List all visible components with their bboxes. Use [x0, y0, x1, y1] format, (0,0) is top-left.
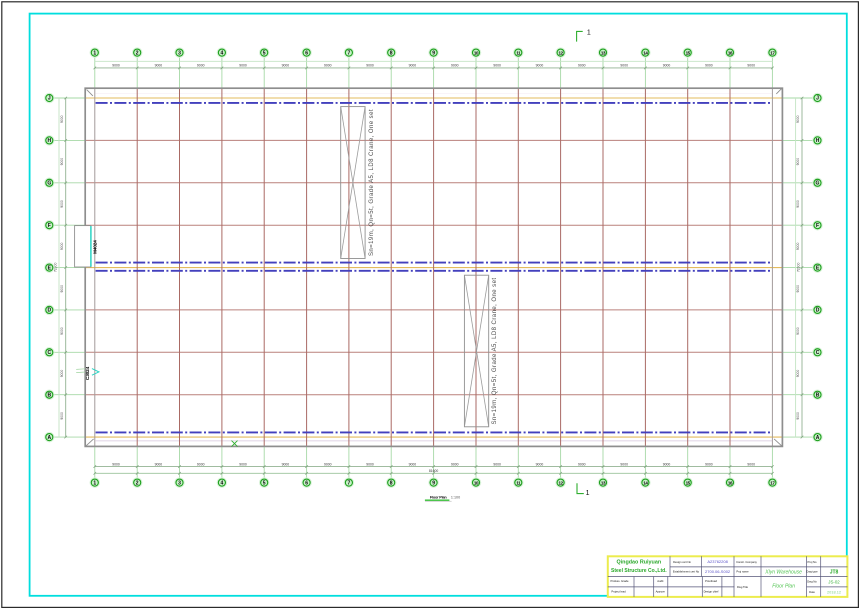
svg-text:Date: Date — [809, 590, 815, 594]
svg-text:Dwg No: Dwg No — [807, 580, 817, 584]
svg-text:2018.12: 2018.12 — [827, 589, 841, 594]
svg-text:Xlyn Warehouse: Xlyn Warehouse — [764, 570, 802, 576]
svg-text:Approve: Approve — [656, 590, 666, 593]
svg-text:Constr. Company: Constr. Company — [736, 560, 757, 564]
svg-text:Qingdao Ruiyuan: Qingdao Ruiyuan — [616, 560, 661, 566]
svg-text:Steel Structure Co.,Ltd.: Steel Structure Co.,Ltd. — [611, 568, 667, 574]
svg-text:Proj No: Proj No — [808, 560, 817, 564]
svg-text:Floor Plan: Floor Plan — [772, 584, 795, 590]
svg-text:Design cert No: Design cert No — [673, 560, 691, 564]
svg-text:Establishment cert No: Establishment cert No — [673, 570, 700, 574]
svg-text:Proofread: Proofread — [705, 579, 717, 583]
svg-text:Dwg Title: Dwg Title — [737, 585, 749, 589]
svg-text:Audit: Audit — [657, 579, 663, 583]
svg-text:Dwg type: Dwg type — [806, 570, 818, 574]
svg-text:JS-02: JS-02 — [828, 579, 840, 584]
svg-text:Proj name: Proj name — [736, 570, 749, 574]
svg-text:A23762208: A23762208 — [707, 559, 728, 564]
svg-text:JT8: JT8 — [830, 570, 839, 576]
svg-text:2700.06-S002: 2700.06-S002 — [705, 569, 731, 574]
svg-text:Profess. Grade: Profess. Grade — [610, 579, 629, 583]
svg-text:Design chief: Design chief — [704, 589, 719, 593]
svg-text:Project lead: Project lead — [611, 589, 626, 593]
